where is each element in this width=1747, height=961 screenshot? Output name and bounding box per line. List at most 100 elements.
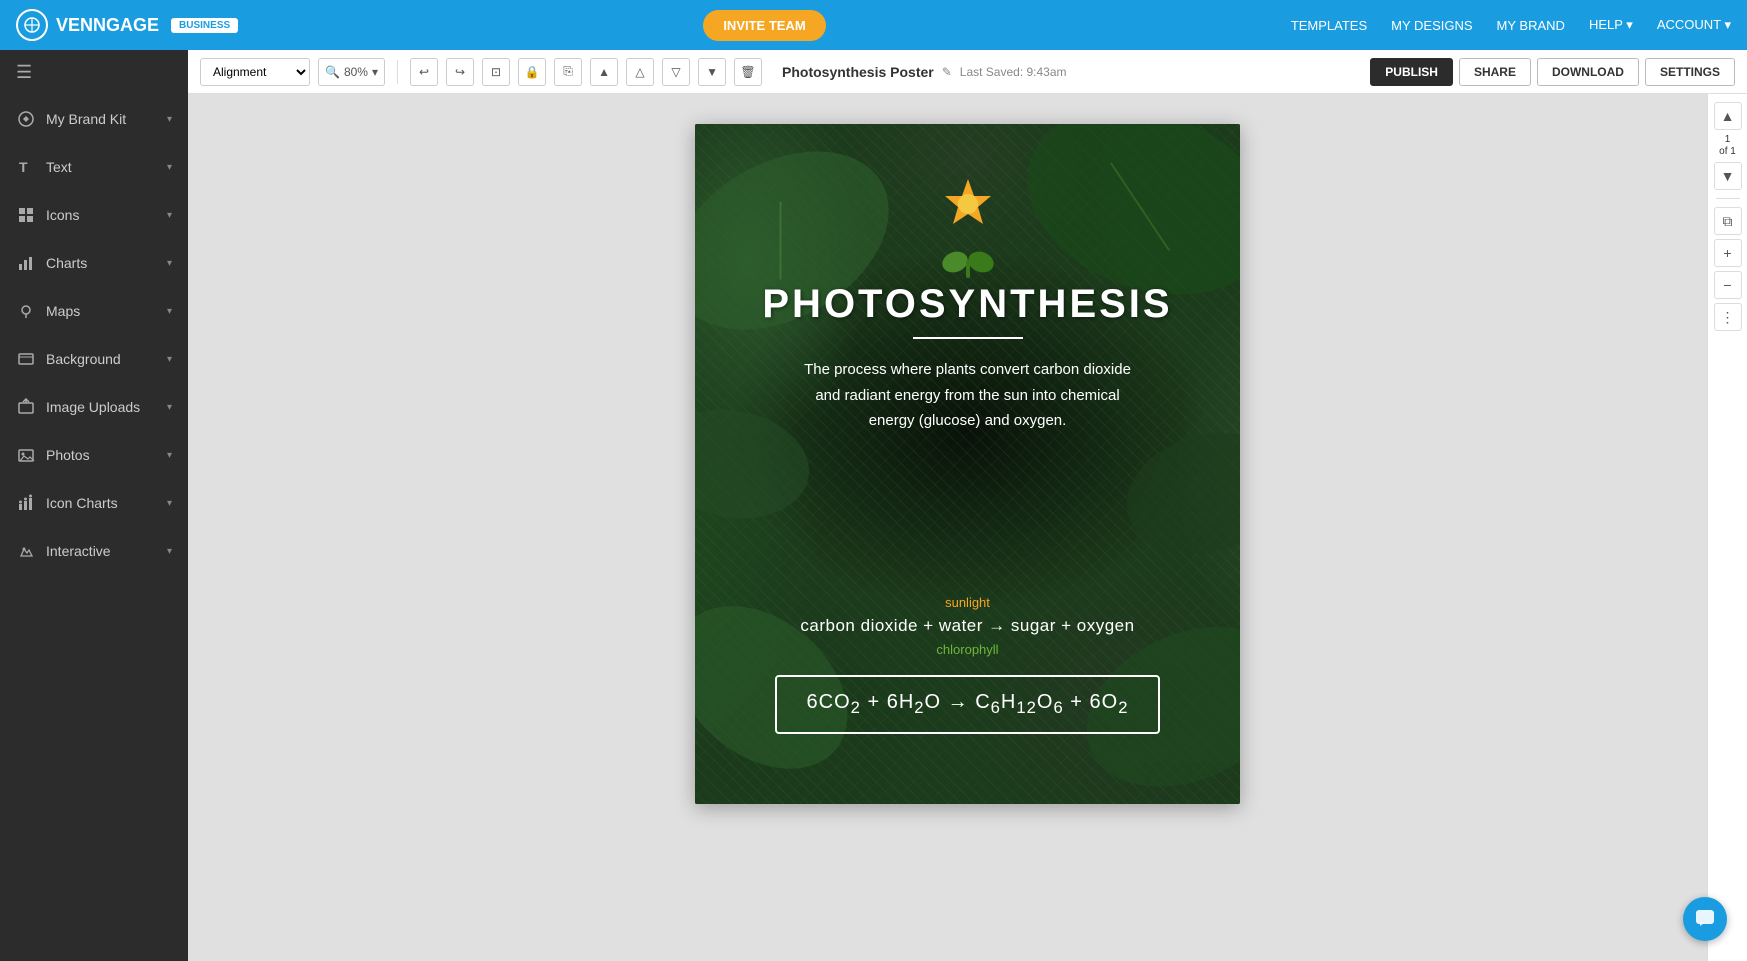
- nav-my-designs[interactable]: MY DESIGNS: [1391, 18, 1472, 33]
- equation-section: sunlight carbon dioxide + water → sugar …: [735, 595, 1200, 734]
- lock-button[interactable]: 🔒: [518, 58, 546, 86]
- canvas-area: PHOTOSYNTHESIS The process where plants …: [188, 94, 1747, 961]
- poster-divider: [913, 337, 1023, 339]
- sidebar-label-interactive: Interactive: [46, 543, 111, 559]
- chevron-icon: ▾: [167, 402, 172, 413]
- sidebar-item-maps[interactable]: Maps ▾: [0, 287, 188, 335]
- chevron-icon: ▾: [167, 498, 172, 509]
- nav-templates[interactable]: TEMPLATES: [1291, 18, 1367, 33]
- sprout-svg: [941, 240, 995, 278]
- top-navigation: VENNGAGE BUSINESS INVITE TEAM TEMPLATES …: [0, 0, 1747, 50]
- maps-icon: [16, 301, 36, 321]
- svg-text:T: T: [19, 159, 28, 175]
- nav-links: TEMPLATES MY DESIGNS MY BRAND HELP ▾ ACC…: [1291, 17, 1731, 33]
- nav-center: INVITE TEAM: [258, 10, 1271, 41]
- edit-title-icon[interactable]: ✎: [942, 65, 952, 79]
- poster-content: PHOTOSYNTHESIS The process where plants …: [695, 124, 1240, 804]
- sidebar-item-icon-charts[interactable]: Icon Charts ▾: [0, 479, 188, 527]
- formula-text: 6CO2 + 6H2O → C6H12O6 + 6O2: [807, 691, 1129, 713]
- document-title-area: Photosynthesis Poster ✎ Last Saved: 9:43…: [770, 64, 1362, 80]
- document-title: Photosynthesis Poster: [782, 64, 934, 80]
- sidebar-item-icons[interactable]: Icons ▾: [0, 191, 188, 239]
- copy-button[interactable]: ⎘: [554, 58, 582, 86]
- sidebar-item-background[interactable]: Background ▾: [0, 335, 188, 383]
- sidebar-label-icon-charts: Icon Charts: [46, 495, 118, 511]
- page-of-label: of 1: [1719, 146, 1736, 158]
- zoom-in-button[interactable]: +: [1714, 239, 1742, 267]
- share-button[interactable]: SHARE: [1459, 58, 1531, 86]
- zoom-control[interactable]: 🔍 80% ▾: [318, 58, 385, 86]
- nav-account[interactable]: ACCOUNT ▾: [1657, 17, 1731, 33]
- chevron-icon: ▾: [167, 162, 172, 173]
- zoom-chevron-icon: ▾: [372, 65, 378, 79]
- business-badge: BUSINESS: [171, 18, 238, 33]
- sidebar-item-left: Photos: [16, 445, 90, 465]
- sidebar-item-left: Icon Charts: [16, 493, 118, 513]
- settings-button[interactable]: SETTINGS: [1645, 58, 1735, 86]
- text-icon: T: [16, 157, 36, 177]
- page-up-button[interactable]: ▲: [1714, 102, 1742, 130]
- sun-svg: [938, 174, 998, 234]
- chevron-icon: ▾: [167, 354, 172, 365]
- sidebar-label-maps: Maps: [46, 303, 80, 319]
- sidebar-item-text[interactable]: T Text ▾: [0, 143, 188, 191]
- move-up-button[interactable]: △: [626, 58, 654, 86]
- icon-charts-icon: [16, 493, 36, 513]
- nav-my-brand[interactable]: MY BRAND: [1497, 18, 1565, 33]
- sidebar-item-left: T Text: [16, 157, 72, 177]
- logo[interactable]: VENNGAGE: [16, 9, 159, 41]
- sidebar-item-image-uploads[interactable]: Image Uploads ▾: [0, 383, 188, 431]
- image-uploads-icon: [16, 397, 36, 417]
- copy-page-button[interactable]: ⧉: [1714, 207, 1742, 235]
- chevron-icon: ▾: [167, 450, 172, 461]
- zoom-out-button[interactable]: −: [1714, 271, 1742, 299]
- hamburger-menu[interactable]: ☰: [0, 50, 188, 95]
- chevron-icon: ▾: [167, 306, 172, 317]
- more-options-button[interactable]: ⋮: [1714, 303, 1742, 331]
- nav-help[interactable]: HELP ▾: [1589, 17, 1633, 33]
- sidebar-label-icons: Icons: [46, 207, 79, 223]
- sidebar-label-photos: Photos: [46, 447, 90, 463]
- invite-team-button[interactable]: INVITE TEAM: [703, 10, 825, 41]
- last-saved-label: Last Saved: 9:43am: [960, 65, 1067, 79]
- sidebar-item-left: Charts: [16, 253, 87, 273]
- sprout-graphic: [941, 240, 995, 278]
- download-button[interactable]: DOWNLOAD: [1537, 58, 1639, 86]
- right-separator: [1716, 198, 1740, 199]
- sidebar-item-left: Interactive: [16, 541, 111, 561]
- page-down-button[interactable]: ▼: [1714, 162, 1742, 190]
- crop-button[interactable]: ⊡: [482, 58, 510, 86]
- equation-main: carbon dioxide + water → sugar + oxygen: [735, 616, 1200, 636]
- arrange-up-button[interactable]: ▲: [590, 58, 618, 86]
- sidebar-item-left: Image Uploads: [16, 397, 140, 417]
- toolbar-right-actions: PUBLISH SHARE DOWNLOAD SETTINGS: [1370, 58, 1735, 86]
- sidebar: ☰ My Brand Kit ▾ T Text ▾ Icons ▾: [0, 50, 188, 961]
- interactive-icon: [16, 541, 36, 561]
- sidebar-item-photos[interactable]: Photos ▾: [0, 431, 188, 479]
- move-down-button[interactable]: ▽: [662, 58, 690, 86]
- poster-canvas[interactable]: PHOTOSYNTHESIS The process where plants …: [695, 124, 1240, 804]
- alignment-select[interactable]: Alignment: [200, 58, 310, 86]
- sidebar-item-interactive[interactable]: Interactive ▾: [0, 527, 188, 575]
- sidebar-item-left: Background: [16, 349, 121, 369]
- chat-button[interactable]: [1683, 897, 1727, 941]
- sidebar-item-charts[interactable]: Charts ▾: [0, 239, 188, 287]
- chevron-icon: ▾: [167, 210, 172, 221]
- undo-button[interactable]: ↩: [410, 58, 438, 86]
- publish-button[interactable]: PUBLISH: [1370, 58, 1453, 86]
- logo-circle: [16, 9, 48, 41]
- poster-title: PHOTOSYNTHESIS: [762, 282, 1172, 327]
- arrange-down-button[interactable]: ▼: [698, 58, 726, 86]
- delete-button[interactable]: 🗑: [734, 58, 762, 86]
- sidebar-item-my-brand-kit[interactable]: My Brand Kit ▾: [0, 95, 188, 143]
- sidebar-item-left: Maps: [16, 301, 80, 321]
- chevron-icon: ▾: [167, 114, 172, 125]
- toolbar-separator: [397, 60, 398, 84]
- redo-button[interactable]: ↪: [446, 58, 474, 86]
- page-current: 1: [1719, 134, 1736, 146]
- sidebar-label-my-brand-kit: My Brand Kit: [46, 111, 126, 127]
- chevron-icon: ▾: [167, 546, 172, 557]
- chevron-icon: ▾: [167, 258, 172, 269]
- right-panel: ▲ 1 of 1 ▼ ⧉ + − ⋮: [1707, 94, 1747, 961]
- poster-wrapper: PHOTOSYNTHESIS The process where plants …: [695, 124, 1240, 931]
